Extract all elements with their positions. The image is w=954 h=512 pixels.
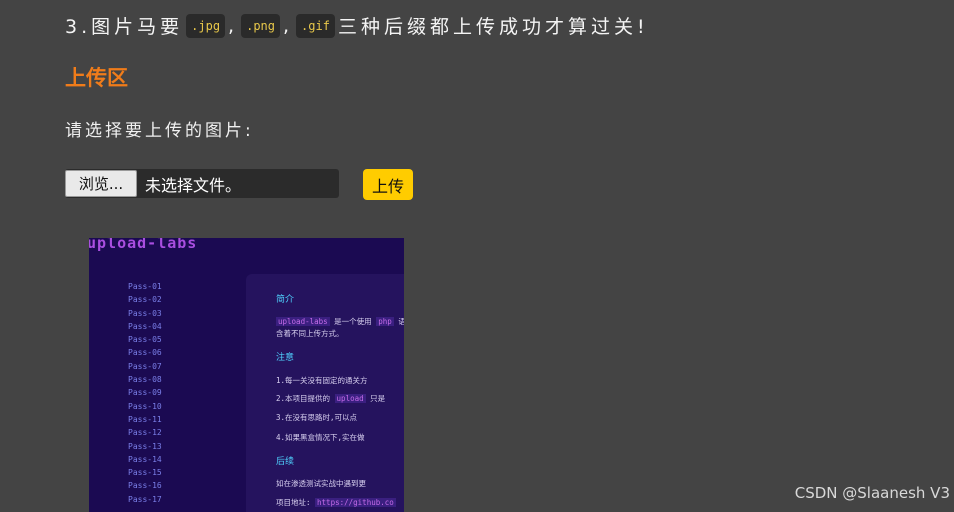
preview-heading-note: 注意 — [276, 353, 295, 363]
preview-nav-item: Pass-09 — [128, 388, 162, 398]
csdn-watermark: CSDN @Slaanesh V3 — [794, 484, 950, 502]
browse-button[interactable]: 浏览... — [65, 170, 137, 197]
preview-code: upload-labs — [276, 317, 330, 326]
preview-nav-item: Pass-06 — [128, 348, 162, 358]
rule-sep-2: , — [283, 14, 294, 37]
preview-nav-item: Pass-13 — [128, 441, 162, 451]
preview-text: 是一个使用 — [329, 317, 377, 326]
preview-nav-item: Pass-12 — [128, 428, 162, 438]
preview-nav-item: Pass-04 — [128, 321, 162, 331]
preview-content-panel: 简介 upload-labs 是一个使用 php 语 含着不同上传方式。 注意 … — [246, 274, 404, 512]
preview-note-2: 2.本项目提供的 upload 只是 — [276, 393, 385, 404]
preview-nav-item: Pass-17 — [128, 494, 162, 504]
preview-code: php — [376, 317, 394, 326]
rule-text: 3.图片马要 .jpg , .png , .gif 三种后缀都上传成功才算过关! — [65, 12, 649, 39]
preview-nav-item: Pass-01 — [128, 282, 162, 291]
section-title-upload-area: 上传区 — [65, 66, 128, 90]
preview-thanks-2: 项目地址: https://github.co — [276, 497, 396, 508]
preview-text: 只是 — [365, 394, 386, 403]
preview-logo: upload-labs — [89, 238, 198, 252]
preview-nav-item: Pass-07 — [128, 361, 162, 371]
preview-nav-item: Pass-03 — [128, 308, 162, 318]
rule-sep-1: , — [228, 14, 239, 37]
uploaded-image-preview: upload-labs Pass-01 Pass-02 Pass-03 Pass-04… — [89, 238, 404, 512]
ext-png-code: .png — [241, 13, 280, 38]
preview-text: 项目地址: — [276, 498, 316, 507]
preview-text: 语 — [398, 317, 404, 326]
ext-jpg-code: .jpg — [186, 13, 226, 38]
preview-nav-item: Pass-10 — [128, 401, 162, 411]
preview-heading-thanks: 后续 — [276, 457, 295, 467]
preview-nav-item: Pass-11 — [128, 414, 162, 424]
preview-nav-item: Pass-15 — [128, 468, 162, 478]
file-status-text: 未选择文件。 — [145, 175, 242, 195]
preview-text: 2.本项目提供的 — [276, 394, 335, 403]
preview-nav-list: Pass-01 Pass-02 Pass-03 Pass-04 Pass-05 Pass-… — [128, 280, 162, 506]
rule-suffix: 三种后缀都上传成功才算过关! — [337, 16, 649, 38]
preview-intro-line-1: upload-labs 是一个使用 php 语 — [276, 316, 404, 327]
upload-page: 3.图片马要 .jpg , .png , .gif 三种后缀都上传成功才算过关!… — [0, 0, 954, 512]
preview-thanks-1: 如在渗透测试实战中遇到更 — [276, 479, 366, 488]
upload-button[interactable]: 上传 — [363, 169, 413, 200]
preview-nav-item: Pass-16 — [128, 481, 162, 491]
preview-note-4: 4.如果黑盒情况下,实在做 — [276, 433, 365, 442]
preview-intro-line-2: 含着不同上传方式。 — [276, 329, 344, 338]
select-image-prompt: 请选择要上传的图片: — [65, 121, 254, 141]
preview-link: https://github.co — [315, 498, 396, 507]
preview-nav-item: Pass-02 — [128, 295, 162, 305]
rule-prefix: 3.图片马要 — [65, 16, 184, 38]
preview-code: upload — [334, 394, 366, 403]
file-input[interactable]: 浏览... 未选择文件。 — [65, 169, 339, 198]
ext-gif-code: .gif — [296, 13, 335, 38]
preview-heading-intro: 简介 — [276, 295, 295, 305]
preview-nav-item: Pass-14 — [128, 454, 162, 464]
preview-note-3: 3.在没有思路时,可以点 — [276, 413, 358, 422]
preview-nav-item: Pass-05 — [128, 335, 162, 345]
preview-nav-item: Pass-08 — [128, 375, 162, 385]
preview-note-1: 1.每一关没有固定的通关方 — [276, 376, 368, 385]
